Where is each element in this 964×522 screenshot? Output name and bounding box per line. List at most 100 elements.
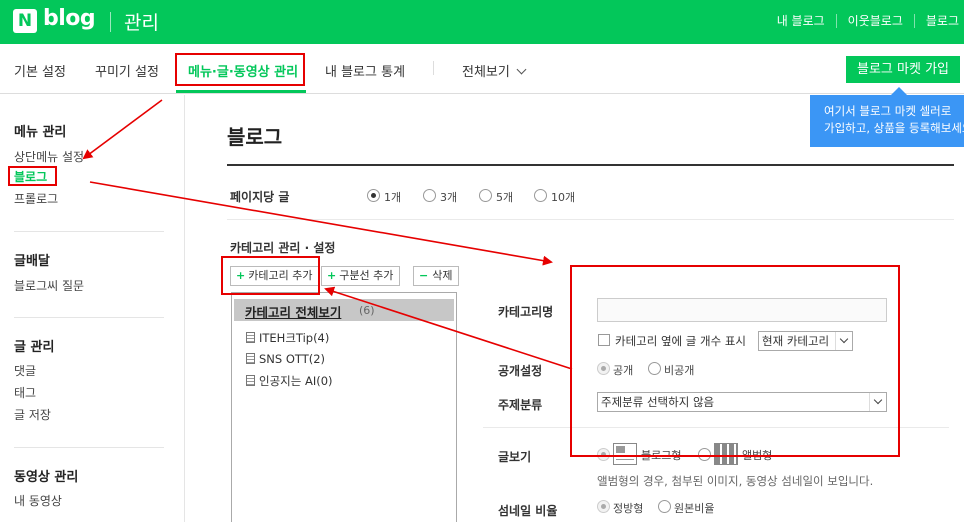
section-divider (227, 219, 954, 220)
sidebar-item-comments[interactable]: 댓글 (14, 362, 36, 379)
category-item-label: ITEH크Tip(4) (259, 331, 330, 345)
category-section-title: 카테고리 관리 · 설정 (230, 241, 336, 255)
category-name-label: 카테고리명 (498, 305, 554, 319)
blog-home-link[interactable]: 블로그 (913, 14, 964, 28)
view-blog-label: 블로그형 (641, 449, 682, 462)
thumbnail-ratio-label: 섬네일 비율 (498, 504, 558, 518)
category-root-label: 카테고리 전체보기 (245, 305, 342, 320)
delete-button[interactable]: − 삭제 (413, 266, 460, 286)
posts-per-page-3-radio[interactable] (423, 189, 436, 202)
annotation-box-form (570, 265, 900, 457)
posts-per-page-5-radio[interactable] (479, 189, 492, 202)
logo-divider (110, 12, 111, 32)
category-tree: 카테고리 전체보기 (6) ITEH크Tip(4) SNS OTT(2) 인공지… (231, 292, 457, 522)
sidebar-group-video: 동영상 관리 (14, 470, 79, 485)
add-divider-label: 구분선 추가 (339, 269, 394, 282)
topic-select-value: 주제분류 선택하지 않음 (601, 395, 715, 409)
chevron-down-icon (516, 64, 527, 75)
sidebar-item-blog[interactable]: 블로그 (14, 168, 47, 185)
plus-icon: + (327, 269, 337, 282)
page-title: 블로그 (227, 125, 283, 149)
post-count-scope-select[interactable]: 현재 카테고리 (758, 331, 853, 351)
sidebar-item-blogc-question[interactable]: 블로그씨 질문 (14, 277, 84, 294)
settings-tabs: 기본 설정 꾸미기 설정 메뉴·글·동영상 관리 내 블로그 통계 전체보기 블… (0, 44, 964, 94)
title-divider (227, 164, 954, 166)
tooltip-line-1: 여기서 블로그 마켓 셀러로 (824, 104, 952, 118)
tab-blog-stats[interactable]: 내 블로그 통계 (325, 61, 405, 80)
thumb-original-radio[interactable] (658, 500, 671, 513)
visibility-public-label: 공개 (613, 364, 634, 377)
sidebar: 메뉴 관리 상단메뉴 설정 블로그 프롤로그 글배달 블로그씨 질문 글 관리 … (0, 95, 185, 522)
view-album-radio[interactable] (698, 448, 711, 461)
thumb-original-label: 원본비율 (674, 502, 715, 515)
view-album-label: 앨범형 (742, 449, 773, 462)
posts-per-page-5-label: 5개 (496, 191, 514, 204)
visibility-private-label: 비공개 (664, 364, 695, 377)
category-tree-root[interactable]: 카테고리 전체보기 (6) (234, 299, 454, 321)
album-layout-icon (714, 443, 738, 465)
tab-view-all[interactable]: 전체보기 (462, 61, 527, 80)
posts-per-page-1-label: 1개 (384, 191, 402, 204)
show-post-count-label: 카테고리 옆에 글 개수 표시 (615, 334, 747, 348)
add-category-label: 카테고리 추가 (248, 269, 313, 282)
my-blog-link[interactable]: 내 블로그 (766, 14, 836, 28)
sidebar-group-menu: 메뉴 관리 (14, 125, 67, 140)
post-count-scope-value: 현재 카테고리 (762, 334, 830, 348)
market-tooltip: 여기서 블로그 마켓 셀러로 가입하고, 상품을 등록해보세요 (810, 95, 964, 147)
category-root-count: (6) (359, 304, 375, 317)
post-view-label: 글보기 (498, 450, 532, 464)
category-item[interactable]: SNS OTT(2) (246, 352, 325, 366)
topic-select[interactable]: 주제분류 선택하지 않음 (597, 392, 887, 412)
chevron-down-icon (869, 393, 886, 411)
add-divider-button[interactable]: + 구분선 추가 (321, 266, 401, 286)
sidebar-item-my-videos[interactable]: 내 동영상 (14, 492, 62, 509)
sidebar-item-prologue[interactable]: 프롤로그 (14, 190, 58, 207)
posts-per-page-3-label: 3개 (440, 191, 458, 204)
blog-layout-icon (613, 443, 637, 465)
sidebar-item-top-menu[interactable]: 상단메뉴 설정 (14, 148, 84, 165)
document-icon (246, 332, 255, 343)
sidebar-item-tags[interactable]: 태그 (14, 384, 36, 401)
sidebar-divider (14, 317, 164, 318)
sidebar-divider (14, 231, 164, 232)
tab-decorate-settings[interactable]: 꾸미기 설정 (95, 61, 159, 80)
form-divider (483, 427, 949, 428)
tab-menu-post-video[interactable]: 메뉴·글·동영상 관리 (188, 61, 298, 80)
sidebar-divider (14, 447, 164, 448)
posts-per-page-10-label: 10개 (551, 191, 576, 204)
posts-per-page-10-radio[interactable] (534, 189, 547, 202)
sidebar-group-post-delivery: 글배달 (14, 254, 50, 269)
thumb-square-radio[interactable] (597, 500, 610, 513)
chevron-down-icon (835, 332, 852, 350)
section-title: 관리 (124, 12, 159, 34)
document-icon (246, 375, 255, 386)
blog-market-join-button[interactable]: 블로그 마켓 가입 (846, 56, 960, 83)
add-category-button[interactable]: + 카테고리 추가 (230, 266, 320, 286)
view-blog-radio[interactable] (597, 448, 610, 461)
category-item[interactable]: 인공지는 AI(0) (246, 373, 333, 389)
show-post-count-checkbox[interactable] (598, 334, 610, 346)
topic-label: 주제분류 (498, 398, 543, 412)
plus-icon: + (236, 269, 246, 282)
visibility-public-radio[interactable] (597, 362, 610, 375)
delete-label: 삭제 (432, 269, 453, 282)
tab-basic-settings[interactable]: 기본 설정 (14, 61, 66, 80)
sidebar-item-post-save[interactable]: 글 저장 (14, 406, 51, 423)
category-name-input[interactable] (597, 298, 887, 322)
naver-logo-icon[interactable]: N (13, 9, 37, 33)
neighbor-blog-link[interactable]: 이웃블로그 (835, 14, 914, 28)
tab-separator (433, 61, 434, 75)
thumb-square-label: 정방형 (613, 502, 644, 515)
visibility-label: 공개설정 (498, 364, 543, 378)
sidebar-group-post-manage: 글 관리 (14, 340, 55, 355)
active-tab-indicator (176, 90, 306, 93)
category-item-label: SNS OTT(2) (259, 352, 326, 366)
top-links: 내 블로그 이웃블로그 블로그 (766, 14, 964, 28)
posts-per-page-label: 페이지당 글 (230, 190, 290, 204)
blog-logo[interactable]: blog (43, 6, 96, 31)
tooltip-arrow (891, 87, 907, 95)
view-all-label: 전체보기 (462, 65, 510, 80)
posts-per-page-1-radio[interactable] (367, 189, 380, 202)
category-item[interactable]: ITEH크Tip(4) (246, 330, 329, 346)
visibility-private-radio[interactable] (648, 362, 661, 375)
